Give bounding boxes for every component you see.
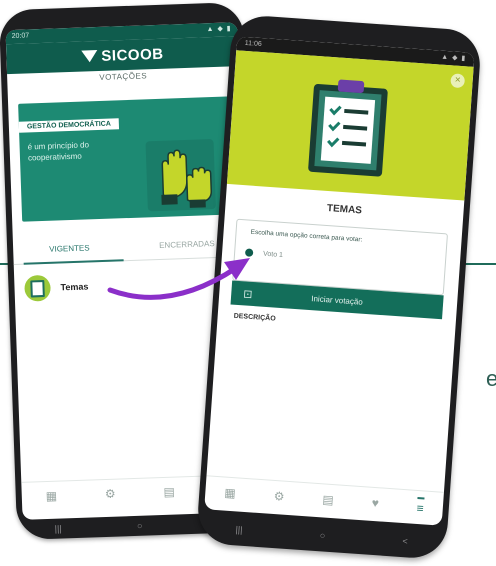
nav-settings-icon[interactable]: ⚙: [105, 487, 116, 501]
home-key[interactable]: ○: [137, 521, 143, 531]
status-time: 11:06: [244, 39, 262, 49]
nav-settings-icon[interactable]: ⚙: [273, 489, 285, 504]
app-name: SICOOB: [101, 45, 164, 65]
back-key[interactable]: <: [402, 536, 408, 546]
start-vote-label: Iniciar votação: [311, 293, 364, 307]
ballot-box-icon: ⊡: [242, 287, 253, 301]
checklist-clipboard-icon: [308, 79, 388, 177]
phone-right: 11:06 ▲ ◆ ▮ × TEMAS Escolha uma opção co…: [195, 13, 483, 561]
banner-tag: GESTÃO DEMOCRÁTICA: [18, 118, 120, 133]
radio-selected-icon[interactable]: [244, 248, 254, 257]
list-item-temas[interactable]: Temas: [24, 267, 225, 304]
raised-hands-icon: [145, 139, 216, 212]
vote-option[interactable]: Voto 1: [244, 248, 284, 259]
recent-apps-key[interactable]: |||: [235, 524, 243, 534]
bottom-nav: ▦ ⚙ ▤ ♥ ≡: [204, 475, 444, 523]
edge-text: e: [486, 366, 496, 391]
nav-grid-icon[interactable]: ▦: [45, 489, 57, 503]
home-key[interactable]: ○: [319, 530, 325, 540]
tabs: VIGENTES ENCERRADAS: [12, 229, 246, 266]
tab-vigentes[interactable]: VIGENTES: [49, 243, 90, 253]
list-item-label: Temas: [60, 281, 89, 293]
vote-option-label: Voto 1: [262, 250, 284, 259]
vote-question: Escolha uma opção correta para votar:: [250, 228, 363, 244]
banner[interactable]: GESTÃO DEMOCRÁTICA é um princípio do coo…: [18, 96, 237, 222]
tab-encerradas[interactable]: ENCERRADAS: [159, 239, 215, 250]
nav-heart-icon[interactable]: ♥: [371, 496, 379, 510]
nav-menu-icon[interactable]: ≡: [416, 496, 425, 516]
phone-right-screen: 11:06 ▲ ◆ ▮ × TEMAS Escolha uma opção co…: [204, 36, 475, 526]
nav-grid-icon[interactable]: ▦: [224, 486, 236, 501]
status-time: 20:07: [11, 32, 30, 40]
recent-apps-key[interactable]: |||: [54, 524, 61, 534]
description-heading: DESCRIÇÃO: [233, 312, 276, 323]
page-title: TEMAS: [326, 202, 363, 217]
clipboard-icon: [24, 274, 51, 302]
nav-calendar-icon[interactable]: ▤: [322, 492, 334, 507]
nav-calendar-icon[interactable]: ▤: [163, 485, 175, 499]
hero-banner: ×: [226, 50, 474, 201]
banner-text: é um princípio do cooperativismo: [27, 140, 90, 163]
tab-indicator: [23, 259, 124, 265]
close-icon[interactable]: ×: [450, 73, 466, 89]
status-icons: ▲ ◆ ▮: [206, 25, 232, 34]
sicoob-logo-icon: [81, 50, 98, 63]
